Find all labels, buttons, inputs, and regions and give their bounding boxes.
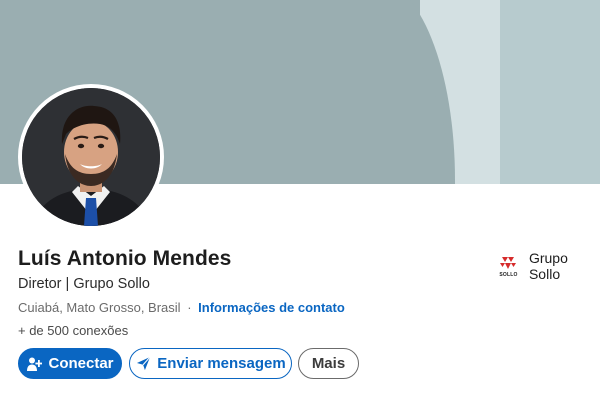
send-icon [135,356,151,372]
avatar[interactable] [18,84,164,230]
profile-location: Cuiabá, Mato Grosso, Brasil [18,300,181,315]
add-person-icon [26,356,43,372]
send-message-button[interactable]: Enviar mensagem [129,348,292,379]
person-photo-icon [22,88,160,226]
profile-card: Luís Antonio Mendes Diretor | Grupo Soll… [0,0,600,400]
current-company[interactable]: SOLLO Grupo Sollo [496,250,600,282]
connect-button[interactable]: Conectar [18,348,122,379]
location-row: Cuiabá, Mato Grosso, Brasil · Informaçõe… [18,300,345,315]
avatar-photo [22,88,160,226]
profile-headline: Diretor | Grupo Sollo [18,276,150,292]
connections-count[interactable]: + de 500 conexões [18,323,128,338]
location-separator: · [187,300,192,315]
send-message-button-label: Enviar mensagem [157,355,286,372]
banner-right-panel [500,0,600,184]
company-name: Grupo Sollo [528,250,568,282]
company-logo-text: SOLLO [499,271,518,278]
connect-button-label: Conectar [48,355,114,372]
contact-info-link[interactable]: Informações de contato [198,300,345,315]
profile-name: Luís Antonio Mendes [18,247,232,270]
sollo-logo-icon: SOLLO [496,253,521,279]
more-button[interactable]: Mais [298,348,359,379]
more-button-label: Mais [311,355,346,372]
